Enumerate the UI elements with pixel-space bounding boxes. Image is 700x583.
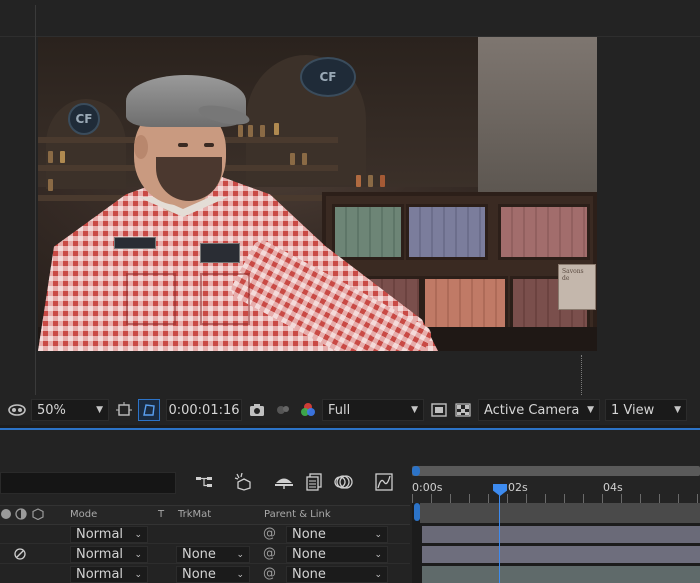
viewer-left-edge — [35, 37, 36, 395]
layer-row[interactable]: Normal ⌄ @ None ⌄ — [0, 525, 410, 544]
layer-columns-header: Mode T TrkMat Parent & Link — [0, 505, 410, 525]
column-trkmat[interactable]: TrkMat — [178, 509, 211, 520]
blend-mode-value: Normal — [76, 547, 124, 562]
chevron-down-icon: ▼ — [411, 405, 418, 415]
trkmat-dropdown[interactable]: None ⌄ — [176, 546, 250, 563]
3d-layer-icon[interactable] — [32, 508, 44, 523]
blend-mode-value: Normal — [76, 567, 124, 582]
layer-row[interactable]: Normal ⌄ None ⌄ @ None ⌄ — [0, 545, 410, 564]
parent-dropdown[interactable]: None ⌄ — [286, 526, 388, 543]
person-eye — [178, 143, 188, 147]
chevron-down-icon: ⌄ — [134, 549, 142, 560]
playhead-line — [499, 486, 500, 583]
layer-duration-bar[interactable] — [422, 566, 700, 583]
trkmat-value: None — [182, 547, 216, 562]
chevron-down-icon: ⌄ — [374, 529, 382, 540]
camera-view-dropdown[interactable]: Active Camera ▼ — [478, 399, 600, 421]
draft-3d-icon[interactable] — [232, 470, 256, 494]
chevron-down-icon: ⌄ — [134, 529, 142, 540]
in-point-marker[interactable] — [414, 503, 420, 521]
subject-person — [38, 37, 597, 351]
quality-switch-icon[interactable] — [14, 548, 26, 564]
chevron-down-icon: ▼ — [674, 405, 681, 415]
layer-row[interactable]: Normal ⌄ None ⌄ @ None ⌄ — [0, 565, 410, 583]
grid-guides-icon[interactable] — [113, 399, 135, 421]
person-eye — [204, 143, 214, 147]
viewer-toolbar: 50% ▼ 0:00:01:16 Full ▼ Active Camera ▼ … — [0, 395, 700, 425]
parent-dropdown[interactable]: None ⌄ — [286, 546, 388, 563]
chevron-down-icon: ▼ — [96, 405, 103, 415]
mask-path-icon[interactable] — [138, 399, 160, 421]
snapshot-camera-icon[interactable] — [246, 399, 268, 421]
work-area-bar[interactable] — [412, 466, 700, 476]
shirt-pocket — [200, 273, 250, 325]
resolution-value: Full — [328, 402, 351, 418]
view-layout-dropdown[interactable]: 1 View ▼ — [605, 399, 687, 421]
ruler-tick-label: 0:00s — [412, 481, 443, 494]
parent-value: None — [292, 527, 326, 542]
shy-layers-icon[interactable] — [272, 470, 296, 494]
ruler-tick-label: 02s — [508, 481, 528, 494]
blend-mode-dropdown[interactable]: Normal ⌄ — [70, 526, 148, 543]
motion-blur-icon[interactable] — [332, 470, 356, 494]
layer-search-input[interactable] — [0, 472, 176, 494]
person-ear — [134, 135, 148, 159]
trkmat-dropdown[interactable]: None ⌄ — [176, 566, 250, 583]
frame-blending-icon[interactable] — [302, 470, 326, 494]
ruler-ticks — [412, 494, 700, 503]
blend-mode-dropdown[interactable]: Normal ⌄ — [70, 546, 148, 563]
layer-duration-bar[interactable] — [422, 526, 700, 543]
blend-mode-dropdown[interactable]: Normal ⌄ — [70, 566, 148, 583]
column-t[interactable]: T — [158, 509, 164, 520]
after-effects-window: CF CF Savons de 50% ▼ 0:00:01:16 Full ▼ … — [0, 0, 700, 583]
parent-value: None — [292, 547, 326, 562]
viewer-guide — [581, 355, 582, 395]
pick-whip-icon[interactable]: @ — [263, 546, 276, 561]
resolution-dropdown[interactable]: Full ▼ — [322, 399, 424, 421]
chevron-down-icon: ⌄ — [134, 569, 142, 580]
zoom-dropdown[interactable]: 50% ▼ — [31, 399, 109, 421]
composition-frame[interactable]: CF CF Savons de — [38, 37, 597, 351]
ruler-tick-label: 04s — [603, 481, 623, 494]
parent-dropdown[interactable]: None ⌄ — [286, 566, 388, 583]
show-snapshot-icon[interactable] — [272, 399, 294, 421]
shirt-patch — [114, 237, 156, 249]
mask-visibility-icon[interactable] — [6, 399, 28, 421]
region-of-interest-icon[interactable] — [428, 399, 450, 421]
panel-divider — [35, 5, 36, 37]
trkmat-value: None — [182, 567, 216, 582]
column-parent-link[interactable]: Parent & Link — [264, 509, 331, 520]
chevron-down-icon: ▼ — [587, 405, 594, 415]
chevron-down-icon: ⌄ — [374, 569, 382, 580]
pick-whip-icon[interactable]: @ — [263, 526, 276, 541]
zoom-value: 50% — [37, 402, 66, 418]
chevron-down-icon: ⌄ — [236, 549, 244, 560]
color-channels-icon[interactable] — [297, 399, 319, 421]
camera-view-value: Active Camera — [484, 402, 580, 418]
viewer-header — [0, 0, 700, 37]
view-layout-value: 1 View — [611, 402, 655, 418]
column-mode[interactable]: Mode — [70, 509, 97, 520]
shirt-patch — [200, 243, 240, 263]
quality-icon[interactable] — [15, 508, 27, 523]
composition-viewer[interactable]: CF CF Savons de — [0, 37, 700, 395]
pick-whip-icon[interactable]: @ — [263, 566, 276, 581]
transparency-grid-icon[interactable] — [452, 399, 474, 421]
layer-duration-bar[interactable] — [422, 546, 700, 563]
timecode-value: 0:00:01:16 — [168, 402, 240, 418]
work-area-start-handle[interactable] — [412, 466, 420, 476]
chevron-down-icon: ⌄ — [374, 549, 382, 560]
composition-bar[interactable] — [420, 503, 700, 523]
parent-value: None — [292, 567, 326, 582]
solo-icon[interactable] — [0, 508, 12, 523]
blend-mode-value: Normal — [76, 527, 124, 542]
chevron-down-icon: ⌄ — [236, 569, 244, 580]
composition-flowchart-icon[interactable] — [192, 470, 216, 494]
current-time-display[interactable]: 0:00:01:16 — [166, 399, 242, 421]
shirt-pocket — [126, 273, 176, 325]
graph-editor-icon[interactable] — [372, 470, 396, 494]
